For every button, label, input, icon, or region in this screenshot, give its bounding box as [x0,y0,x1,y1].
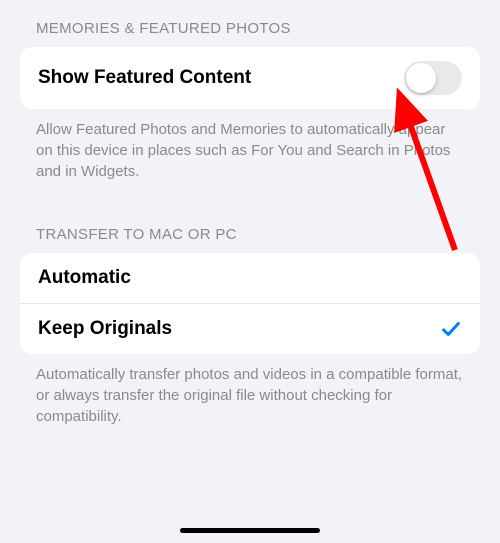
transfer-option-automatic[interactable]: Automatic [20,253,480,303]
section-footer-transfer: Automatically transfer photos and videos… [0,354,500,451]
show-featured-content-row[interactable]: Show Featured Content [20,47,480,109]
transfer-options-group: Automatic Keep Originals [20,253,480,354]
show-featured-content-toggle[interactable] [404,61,462,95]
transfer-option-keep-originals[interactable]: Keep Originals [20,303,480,354]
transfer-option-keep-originals-label: Keep Originals [38,318,440,340]
home-indicator[interactable] [180,528,320,533]
section-header-memories: MEMORIES & FEATURED PHOTOS [0,0,500,47]
transfer-option-automatic-label: Automatic [38,267,462,289]
checkmark-icon [440,318,462,340]
featured-content-group: Show Featured Content [20,47,480,109]
section-header-transfer: TRANSFER TO MAC OR PC [0,206,500,253]
show-featured-content-label: Show Featured Content [38,67,404,89]
section-footer-memories: Allow Featured Photos and Memories to au… [0,109,500,206]
